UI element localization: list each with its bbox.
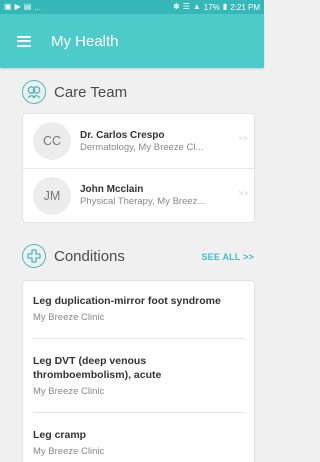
conditions-title: Conditions bbox=[54, 247, 125, 265]
menu-icon[interactable] bbox=[17, 35, 31, 47]
condition-title: Leg cramp bbox=[33, 429, 87, 441]
conditions-card: Leg duplication-mirror foot syndrome My … bbox=[22, 280, 255, 462]
member-name: Dr. Carlos Crespo bbox=[80, 129, 165, 141]
chevron-right-icon: >> bbox=[238, 189, 248, 198]
care-team-header: Care Team bbox=[22, 80, 127, 104]
signal-icon: ▲ bbox=[192, 2, 201, 11]
member-specialty: Dermatology, My Breeze Cl... bbox=[80, 141, 204, 153]
plus-icon bbox=[22, 244, 46, 268]
avatar: JM bbox=[33, 176, 71, 215]
condition-title: Leg duplication-mirror foot syndrome bbox=[33, 295, 221, 307]
battery-percent: 17% bbox=[203, 2, 220, 12]
care-team-icon bbox=[22, 80, 46, 104]
condition-title: Leg DVT (deep venous thromboembolism), a… bbox=[33, 355, 162, 381]
condition-clinic: My Breeze Clinic bbox=[33, 446, 105, 457]
clock: 2:21 PM bbox=[230, 2, 260, 12]
notification-ellipsis: ... bbox=[34, 2, 41, 12]
condition-item[interactable]: Leg DVT (deep venous thromboembolism), a… bbox=[23, 339, 254, 412]
condition-item[interactable]: Leg cramp My Breeze Clinic bbox=[23, 413, 254, 458]
care-team-member[interactable]: CC Dr. Carlos Crespo Dermatology, My Bre… bbox=[23, 114, 254, 168]
care-team-card: CC Dr. Carlos Crespo Dermatology, My Bre… bbox=[22, 113, 255, 223]
see-all-link[interactable]: SEE ALL >> bbox=[201, 252, 254, 262]
bluetooth-icon: ✱ bbox=[172, 2, 180, 11]
conditions-header: Conditions bbox=[22, 244, 125, 268]
care-team-title: Care Team bbox=[54, 83, 128, 101]
avatar: CC bbox=[33, 122, 71, 160]
battery-icon: ▮ bbox=[222, 2, 228, 11]
care-team-member[interactable]: JM John Mcclain Physical Therapy, My Bre… bbox=[23, 168, 254, 222]
page-title: My Health bbox=[51, 32, 119, 50]
app-bar: My Health bbox=[0, 14, 264, 68]
status-bar: ▣ ▶ ▤ ... ✱ ☰ ▲ 17% ▮ 2:21 PM bbox=[0, 0, 264, 14]
wifi-icon: ☰ bbox=[182, 2, 190, 11]
member-specialty: Physical Therapy, My Breez... bbox=[80, 196, 206, 207]
condition-clinic: My Breeze Clinic bbox=[33, 386, 105, 397]
gallery-icon: ▣ bbox=[4, 2, 12, 11]
member-name: John Mcclain bbox=[80, 184, 144, 195]
chevron-right-icon: >> bbox=[238, 134, 248, 143]
play-icon: ▶ bbox=[14, 2, 21, 11]
condition-clinic: My Breeze Clinic bbox=[33, 312, 105, 323]
image-icon: ▤ bbox=[23, 2, 32, 11]
condition-item[interactable]: Leg duplication-mirror foot syndrome My … bbox=[23, 281, 254, 338]
